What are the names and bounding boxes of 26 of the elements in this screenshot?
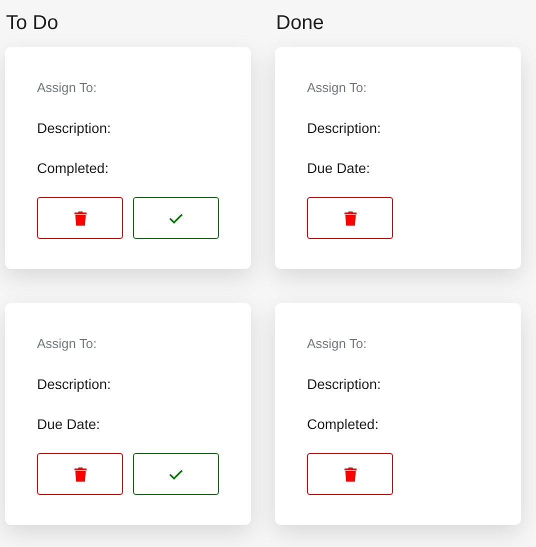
delete-button[interactable] — [37, 197, 123, 239]
field-label: Due Date: — [37, 415, 102, 433]
field-label: Assign To: — [37, 335, 98, 353]
trash-icon — [344, 466, 356, 482]
check-icon — [169, 212, 183, 224]
field-label: Completed: — [307, 415, 380, 433]
field-label: Due Date: — [307, 159, 372, 177]
trash-icon — [344, 210, 356, 226]
column-heading: To Do — [6, 11, 60, 36]
check-icon — [169, 468, 183, 480]
column-heading: Done — [276, 11, 325, 36]
field-label: Completed: — [37, 159, 110, 177]
complete-button[interactable] — [133, 197, 219, 239]
field-label: Description: — [37, 119, 112, 137]
delete-button[interactable] — [37, 453, 123, 495]
field-label: Description: — [307, 375, 382, 393]
delete-button[interactable] — [307, 453, 393, 495]
complete-button[interactable] — [133, 453, 219, 495]
field-label: Assign To: — [37, 79, 98, 97]
trash-icon — [74, 210, 86, 226]
field-label: Assign To: — [307, 335, 368, 353]
trash-icon — [74, 466, 86, 482]
field-label: Assign To: — [307, 79, 368, 97]
field-label: Description: — [307, 119, 382, 137]
delete-button[interactable] — [307, 197, 393, 239]
field-label: Description: — [37, 375, 112, 393]
